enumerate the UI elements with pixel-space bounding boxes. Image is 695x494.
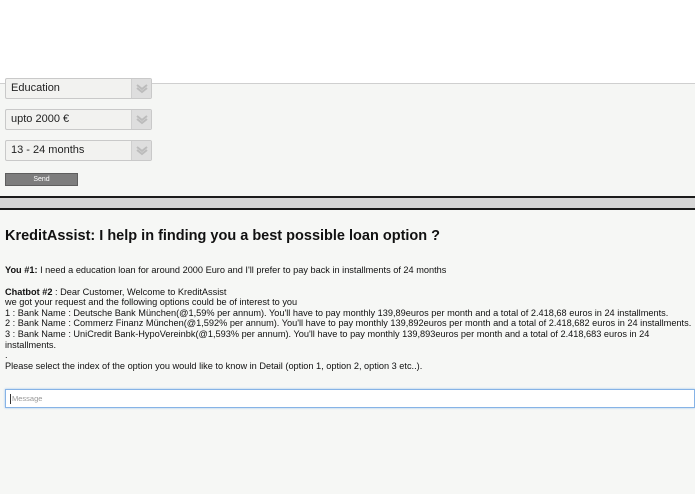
chat-title: KreditAssist: I help in finding you a be… (5, 228, 441, 244)
loan-option-2: 2 : Bank Name : Commerz Finanz München(@… (5, 318, 692, 329)
loan-option-1: 1 : Bank Name : Deutsche Bank München(@1… (5, 307, 669, 318)
chat-log: You #1: I need a education loan for arou… (5, 265, 695, 371)
user-speaker-label: You #1: (5, 265, 38, 275)
bot-message-header: Chatbot #2 : Dear Customer, Welcome to K… (5, 287, 695, 298)
message-placeholder: Message (12, 394, 43, 403)
dropdown-arrow-icon[interactable] (131, 110, 151, 129)
user-message-text: I need a education loan for around 2000 … (37, 265, 447, 275)
dropdown-arrow-icon[interactable] (131, 141, 151, 160)
loan-amount-select[interactable]: upto 2000 € (5, 109, 152, 130)
user-message: You #1: I need a education loan for arou… (5, 265, 695, 276)
loan-purpose-value: Education (11, 82, 60, 94)
bot-intro-text: we got your request and the following op… (5, 297, 298, 308)
loan-duration-select[interactable]: 13 - 24 months (5, 140, 152, 161)
dropdown-arrow-icon[interactable] (131, 79, 151, 98)
loan-option-3: 3 : Bank Name : UniCredit Bank-HypoVerei… (5, 328, 650, 350)
loan-form-panel: Education upto 2000 € 13 - 24 months (0, 78, 695, 196)
loan-duration-value: 13 - 24 months (11, 144, 85, 156)
loan-purpose-select[interactable]: Education (5, 78, 152, 99)
send-button[interactable]: Send (5, 173, 78, 186)
bot-prompt-text: Please select the index of the option yo… (5, 360, 423, 371)
bot-speaker-label: Chatbot #2 (5, 286, 53, 297)
loan-amount-value: upto 2000 € (11, 113, 70, 125)
panel-divider (0, 196, 695, 210)
bot-greeting-text: : Dear Customer, Welcome to KreditAssist (52, 286, 227, 297)
text-caret (10, 394, 11, 405)
bot-dot-separator: . (5, 350, 8, 361)
message-input[interactable]: Message (5, 389, 695, 408)
